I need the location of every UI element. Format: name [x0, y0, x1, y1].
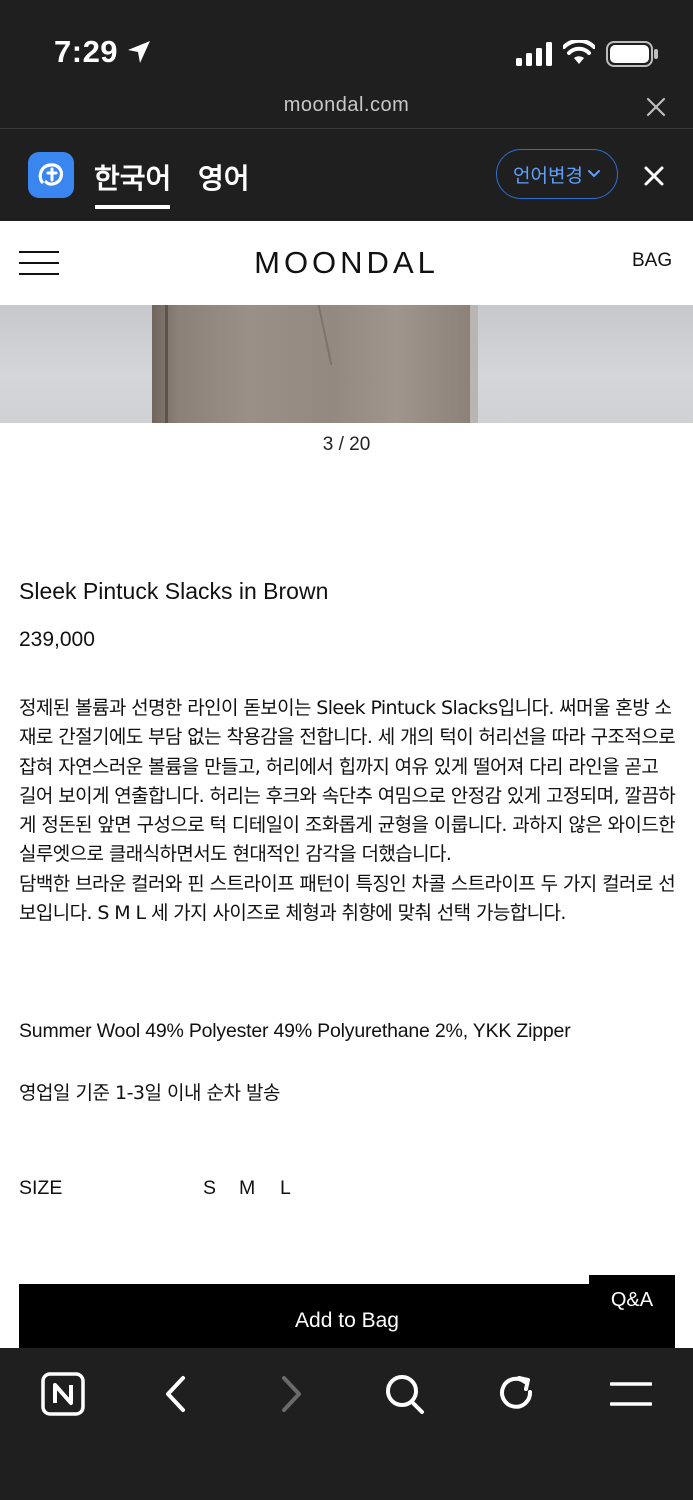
change-language-button[interactable]: 언어변경	[496, 149, 618, 199]
description-paragraph: 담백한 브라운 컬러와 핀 스트라이프 패턴이 특징인 차콜 스트라이프 두 가…	[19, 872, 676, 925]
signal-icon	[516, 42, 552, 66]
bag-link[interactable]: BAG	[632, 250, 672, 272]
product-description: 정제된 볼륨과 선명한 라인이 돋보이는 Sleek Pintuck Slack…	[19, 694, 679, 928]
pants-edge	[470, 305, 478, 423]
search-icon[interactable]	[384, 1372, 426, 1416]
site-header: MOONDAL BAG	[0, 221, 693, 305]
pants-fold	[165, 305, 168, 423]
product-price: 239,000	[19, 628, 95, 651]
active-tab-indicator	[95, 205, 170, 209]
location-arrow-icon	[128, 41, 150, 63]
forward-arrow-icon[interactable]	[278, 1372, 304, 1416]
size-option-s[interactable]: S	[203, 1177, 216, 1200]
qa-button[interactable]: Q&A	[589, 1275, 675, 1325]
status-time: 7:29	[54, 34, 119, 69]
qa-label: Q&A	[610, 1288, 654, 1311]
translate-logo-icon	[28, 152, 74, 198]
back-arrow-icon[interactable]	[163, 1372, 189, 1416]
close-icon[interactable]	[645, 96, 667, 118]
shipping-info: 영업일 기준 1-3일 이내 순차 발송	[19, 1082, 281, 1104]
browser-toolbar	[0, 1348, 693, 1500]
naver-logo-icon[interactable]	[41, 1372, 85, 1416]
translate-bar: 한국어 영어 언어변경	[0, 129, 693, 221]
tab-korean[interactable]: 한국어	[94, 157, 171, 197]
translate-close-icon[interactable]	[643, 165, 665, 187]
tab-english[interactable]: 영어	[198, 157, 250, 197]
brand-logo[interactable]: MOONDAL	[0, 245, 693, 281]
pants-fold	[317, 305, 333, 365]
add-to-bag-label: Add to Bag	[295, 1309, 399, 1332]
gallery-counter: 3 / 20	[322, 434, 371, 455]
url-text[interactable]: moondal.com	[0, 94, 693, 117]
product-title: Sleek Pintuck Slacks in Brown	[19, 578, 329, 604]
menu-icon[interactable]	[610, 1372, 652, 1416]
description-paragraph: 정제된 볼륨과 선명한 라인이 돋보이는 Sleek Pintuck Slack…	[19, 697, 676, 866]
product-image[interactable]	[0, 305, 693, 423]
status-bar: 7:29	[0, 0, 693, 90]
wifi-icon	[563, 40, 595, 64]
battery-icon	[606, 41, 658, 67]
product-material: Summer Wool 49% Polyester 49% Polyuretha…	[19, 1020, 571, 1042]
refresh-icon[interactable]	[497, 1372, 537, 1416]
size-label: SIZE	[19, 1177, 63, 1199]
size-option-l[interactable]: L	[280, 1177, 291, 1200]
product-photo	[152, 305, 478, 423]
chevron-down-icon	[587, 170, 600, 178]
url-bar[interactable]: moondal.com	[0, 90, 693, 129]
size-option-m[interactable]: M	[239, 1177, 255, 1200]
change-language-label: 언어변경	[513, 164, 583, 187]
add-to-bag-button[interactable]: Add to Bag	[19, 1284, 675, 1348]
